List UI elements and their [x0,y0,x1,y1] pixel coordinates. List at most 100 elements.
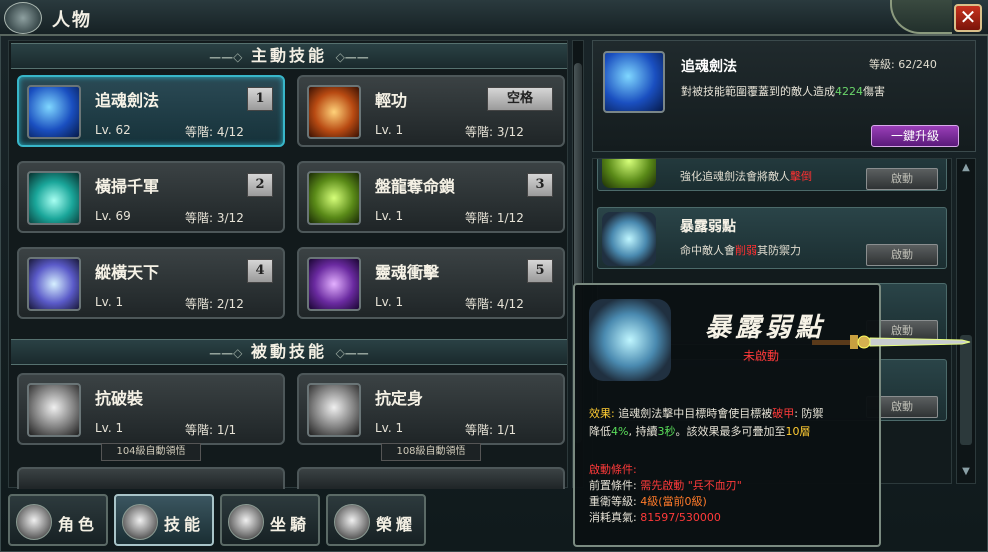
window-title: 人物 [52,10,92,31]
skill-name: 抗定身 [375,389,424,408]
skill-tier: 等階: 3/12 [185,211,244,225]
violet-spin-icon [27,257,81,311]
skill-level: Lv. 1 [95,421,124,435]
hotkey-slot[interactable]: 4 [247,259,273,283]
skill-level: Lv. 62 [95,123,131,137]
auto-learn-note: 108級自動領悟 [381,443,481,461]
skill-name: 橫掃千軍 [95,177,160,196]
skill-tier: 等階: 1/1 [465,423,517,437]
tab-honor[interactable]: 榮耀 [326,494,426,546]
passive-upgrade-desc: 命中敵人會削弱其防禦力 [680,244,801,257]
skill-level: Lv. 1 [375,421,404,435]
auto-learn-note: 104級自動領悟 [101,443,201,461]
horse-icon [228,504,264,540]
tooltip-condition-header: 啟動條件: [589,463,637,476]
active-skills-header: ——◇ 主動技能 ◇—— [11,43,567,69]
passive-upgrade-row: 強化追魂劍法會將敵人擊倒 啟動 [597,159,947,191]
skill-icon [122,504,158,540]
skill-level: Lv. 69 [95,209,131,223]
passive-skill-card-partial[interactable] [17,467,285,489]
tab-label: 榮耀 [376,515,417,534]
blue-sword-slash-icon [603,51,665,113]
passive-skill-card[interactable]: 抗定身 Lv. 1 等階: 1/1 [297,373,565,445]
passive-upgrade-desc: 強化追魂劍法會將敵人擊倒 [680,170,812,183]
detail-skill-description: 對被技能範圍覆蓋到的敵人造成4224傷害 [681,85,885,98]
active-skill-card[interactable]: 輕功 Lv. 1 等階: 3/12 空格 [297,75,565,147]
honor-icon [334,504,370,540]
hotkey-slot[interactable]: 3 [527,173,553,197]
passive-skill-card-partial[interactable] [297,467,565,489]
blue-gem-emblem-icon [602,212,656,266]
hotkey-slot[interactable]: 2 [247,173,273,197]
skill-tier: 等階: 3/12 [465,125,524,139]
passive-list-scrollbar[interactable]: ▲ ▼ [956,158,976,484]
activate-button[interactable]: 啟動 [866,168,938,190]
detail-skill-level: 等級: 62/240 [869,58,937,71]
passive-upgrade-row: 暴露弱點 命中敵人會削弱其防禦力 啟動 [597,207,947,269]
active-skill-card[interactable]: 追魂劍法 Lv. 62 等階: 4/12 1 [17,75,285,147]
tab-skills[interactable]: 技能 [114,494,214,546]
skill-level: Lv. 1 [375,123,404,137]
tooltip-prereq: 前置條件: 需先啟動 "兵不血刃" [589,479,742,492]
character-emblem-icon [4,2,42,34]
tab-mount[interactable]: 坐騎 [220,494,320,546]
header-ornament-left: ——◇ [209,346,243,360]
tab-label: 技能 [164,515,205,534]
armor-figure-icon [27,383,81,437]
blue-sword-slash-icon [27,85,81,139]
skill-tier: 等階: 2/12 [185,297,244,311]
hotkey-slot[interactable]: 5 [527,259,553,283]
active-skill-card[interactable]: 縱橫天下 Lv. 1 等階: 2/12 4 [17,247,285,319]
skill-name: 盤龍奪命鎖 [375,177,456,196]
close-button[interactable]: ✕ [954,4,982,32]
active-skills-title: 主動技能 [250,46,327,65]
skill-name: 輕功 [375,91,408,110]
passive-upgrade-name: 暴露弱點 [680,219,736,235]
activate-button[interactable]: 啟動 [866,244,938,266]
hotkey-slot[interactable]: 1 [247,87,273,111]
skill-tier: 等階: 4/12 [465,297,524,311]
character-icon [16,504,52,540]
flex-figure-icon [307,383,361,437]
skill-detail-panel: 追魂劍法 等級: 62/240 對被技能範圍覆蓋到的敵人造成4224傷害 一鍵升… [592,40,976,152]
tooltip-effect-line: 效果: 追魂劍法擊中目標時會使目標被破甲: 防禦 [589,407,824,420]
skill-name: 抗破裝 [95,389,144,408]
purple-soul-icon [307,257,361,311]
tooltip-rank: 重衛等級: 4級(當前0級) [589,495,707,508]
passive-skills-title: 被動技能 [250,342,327,361]
title-ornament [890,0,952,34]
tab-label: 坐騎 [270,515,311,534]
skill-name: 靈魂衝擊 [375,263,440,282]
header-ornament-left: ——◇ [209,50,243,64]
tab-character[interactable]: 角色 [8,494,108,546]
scroll-down-icon[interactable]: ▼ [960,467,972,477]
skill-level: Lv. 1 [95,295,124,309]
skill-name: 追魂劍法 [95,91,160,110]
scroll-up-icon[interactable]: ▲ [960,163,972,173]
passive-skills-header: ——◇ 被動技能 ◇—— [11,339,567,365]
active-skill-card[interactable]: 盤龍奪命鎖 Lv. 1 等階: 1/12 3 [297,161,565,233]
header-ornament-right: ◇—— [335,346,369,360]
skills-panel: ——◇ 主動技能 ◇—— 追魂劍法 Lv. 62 等階: 4/12 1 輕功 L… [8,40,568,489]
green-emblem-icon [602,159,656,188]
one-click-upgrade-button[interactable]: 一鍵升級 [871,125,959,147]
tooltip-cost: 消耗真氣: 81597/530000 [589,511,721,524]
title-bar: 人物 ✕ [0,0,988,36]
skill-tier: 等階: 4/12 [185,125,244,139]
skill-tier: 等階: 1/12 [465,211,524,225]
tooltip-status: 未啟動 [743,349,780,363]
passive-skill-card[interactable]: 抗破裝 Lv. 1 等階: 1/1 [17,373,285,445]
green-chain-icon [307,171,361,225]
sword-cursor-icon [812,335,971,349]
tooltip-effect-line: 降低4%, 持續3秒。該效果最多可疊加至10層 [589,425,811,438]
header-ornament-right: ◇—— [335,50,369,64]
skill-tier: 等階: 1/1 [185,423,237,437]
active-skill-card[interactable]: 橫掃千軍 Lv. 69 等階: 3/12 2 [17,161,285,233]
active-skill-card[interactable]: 靈魂衝擊 Lv. 1 等階: 4/12 5 [297,247,565,319]
hotkey-slot[interactable]: 空格 [487,87,553,111]
tooltip-title: 暴露弱點 [705,313,826,343]
skill-name: 縱橫天下 [95,263,160,282]
blue-gem-emblem-icon [589,299,671,381]
skill-level: Lv. 1 [375,209,404,223]
tab-label: 角色 [58,515,99,534]
